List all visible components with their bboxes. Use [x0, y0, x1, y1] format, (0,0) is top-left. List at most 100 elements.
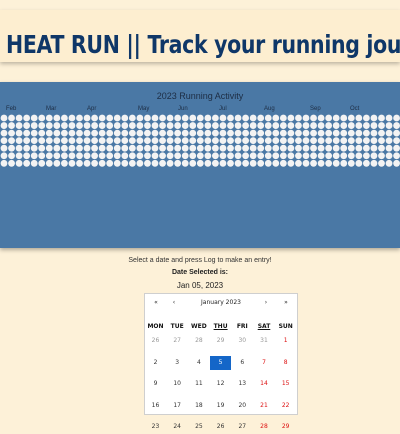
calendar-day[interactable]: 24: [167, 420, 188, 434]
heatmap-day-cell[interactable]: [393, 137, 400, 145]
heatmap-day-cell[interactable]: [340, 159, 348, 167]
heatmap-day-cell[interactable]: [393, 152, 400, 160]
heatmap-day-cell[interactable]: [151, 129, 159, 137]
calendar-day[interactable]: 2: [145, 356, 166, 370]
heatmap-day-cell[interactable]: [121, 144, 129, 152]
heatmap-day-cell[interactable]: [347, 129, 355, 137]
heatmap-day-cell[interactable]: [212, 122, 219, 129]
heatmap-day-cell[interactable]: [83, 114, 91, 122]
heatmap-day-cell[interactable]: [287, 114, 295, 122]
heatmap-day-cell[interactable]: [204, 159, 212, 167]
heatmap-day-cell[interactable]: [204, 129, 212, 137]
heatmap-day-cell[interactable]: [370, 144, 378, 152]
heatmap-day-cell[interactable]: [363, 114, 370, 122]
heatmap-day-cell[interactable]: [212, 129, 219, 137]
calendar-day[interactable]: 8: [275, 356, 296, 370]
heatmap-day-cell[interactable]: [370, 152, 378, 160]
heatmap-day-cell[interactable]: [340, 114, 348, 122]
heatmap-day-cell[interactable]: [393, 114, 400, 122]
heatmap-day-cell[interactable]: [370, 159, 378, 167]
heatmap-day-cell[interactable]: [332, 159, 340, 167]
calendar-day[interactable]: 28: [254, 420, 275, 434]
calendar-day[interactable]: 29: [210, 334, 231, 348]
heatmap-day-cell[interactable]: [8, 129, 15, 137]
heatmap-day-cell[interactable]: [325, 137, 333, 145]
calendar-day[interactable]: 15: [275, 377, 296, 391]
heatmap-day-cell[interactable]: [38, 114, 46, 122]
next-month-button[interactable]: ›: [261, 299, 271, 306]
heatmap-day-cell[interactable]: [144, 114, 151, 122]
heatmap-day-cell[interactable]: [317, 144, 325, 152]
heatmap-day-cell[interactable]: [136, 129, 144, 137]
calendar-day[interactable]: 9: [145, 377, 166, 391]
calendar-day[interactable]: 1: [275, 334, 296, 348]
heatmap-day-cell[interactable]: [61, 129, 68, 137]
heatmap-day-cell[interactable]: [355, 144, 363, 152]
heatmap-day-cell[interactable]: [166, 152, 174, 160]
heatmap-day-cell[interactable]: [347, 152, 355, 160]
calendar-day[interactable]: 29: [275, 420, 296, 434]
heatmap-day-cell[interactable]: [385, 114, 393, 122]
heatmap-day-cell[interactable]: [159, 114, 166, 122]
heatmap-day-cell[interactable]: [264, 159, 272, 167]
heatmap-day-cell[interactable]: [0, 152, 8, 160]
calendar-day[interactable]: 3: [167, 356, 188, 370]
heatmap-day-cell[interactable]: [325, 114, 333, 122]
heatmap-day-cell[interactable]: [113, 152, 121, 160]
heatmap-day-cell[interactable]: [363, 137, 370, 145]
heatmap-day-cell[interactable]: [45, 137, 53, 145]
heatmap-day-cell[interactable]: [355, 159, 363, 167]
heatmap-day-cell[interactable]: [302, 122, 310, 129]
heatmap-day-cell[interactable]: [310, 137, 317, 145]
heatmap-day-cell[interactable]: [257, 144, 265, 152]
heatmap-day-cell[interactable]: [91, 159, 98, 167]
heatmap-day-cell[interactable]: [347, 144, 355, 152]
heatmap-day-cell[interactable]: [136, 144, 144, 152]
heatmap-day-cell[interactable]: [121, 159, 129, 167]
heatmap-day-cell[interactable]: [61, 152, 68, 160]
heatmap-day-cell[interactable]: [23, 137, 31, 145]
heatmap-day-cell[interactable]: [45, 144, 53, 152]
heatmap-day-cell[interactable]: [325, 129, 333, 137]
heatmap-day-cell[interactable]: [340, 137, 348, 145]
heatmap-day-cell[interactable]: [272, 114, 280, 122]
next-year-button[interactable]: »: [281, 299, 291, 306]
heatmap-day-cell[interactable]: [76, 159, 83, 167]
heatmap-day-cell[interactable]: [363, 144, 370, 152]
heatmap-day-cell[interactable]: [83, 137, 91, 145]
calendar-day[interactable]: 13: [232, 377, 253, 391]
heatmap-day-cell[interactable]: [279, 122, 287, 129]
heatmap-day-cell[interactable]: [98, 144, 106, 152]
heatmap-day-cell[interactable]: [144, 159, 151, 167]
heatmap-day-cell[interactable]: [166, 122, 174, 129]
heatmap-day-cell[interactable]: [144, 129, 151, 137]
heatmap-day-cell[interactable]: [23, 122, 31, 129]
heatmap-day-cell[interactable]: [98, 122, 106, 129]
heatmap-day-cell[interactable]: [302, 144, 310, 152]
heatmap-day-cell[interactable]: [272, 137, 280, 145]
heatmap-day-cell[interactable]: [219, 122, 227, 129]
heatmap-day-cell[interactable]: [196, 114, 204, 122]
calendar-day[interactable]: 10: [167, 377, 188, 391]
heatmap-day-cell[interactable]: [15, 114, 23, 122]
heatmap-day-cell[interactable]: [45, 152, 53, 160]
heatmap-day-cell[interactable]: [76, 152, 83, 160]
heatmap-day-cell[interactable]: [249, 159, 257, 167]
heatmap-day-cell[interactable]: [113, 144, 121, 152]
heatmap-day-cell[interactable]: [355, 114, 363, 122]
heatmap-day-cell[interactable]: [295, 129, 302, 137]
heatmap-day-cell[interactable]: [317, 129, 325, 137]
heatmap-day-cell[interactable]: [15, 159, 23, 167]
heatmap-day-cell[interactable]: [234, 137, 242, 145]
heatmap-day-cell[interactable]: [128, 152, 136, 160]
heatmap-day-cell[interactable]: [0, 159, 8, 167]
heatmap-day-cell[interactable]: [264, 114, 272, 122]
prev-month-button[interactable]: ‹: [169, 299, 179, 306]
heatmap-day-cell[interactable]: [8, 152, 15, 160]
heatmap-day-cell[interactable]: [23, 144, 31, 152]
heatmap-day-cell[interactable]: [144, 137, 151, 145]
heatmap-day-cell[interactable]: [234, 144, 242, 152]
heatmap-day-cell[interactable]: [234, 129, 242, 137]
heatmap-day-cell[interactable]: [279, 144, 287, 152]
calendar-day[interactable]: 26: [210, 420, 231, 434]
